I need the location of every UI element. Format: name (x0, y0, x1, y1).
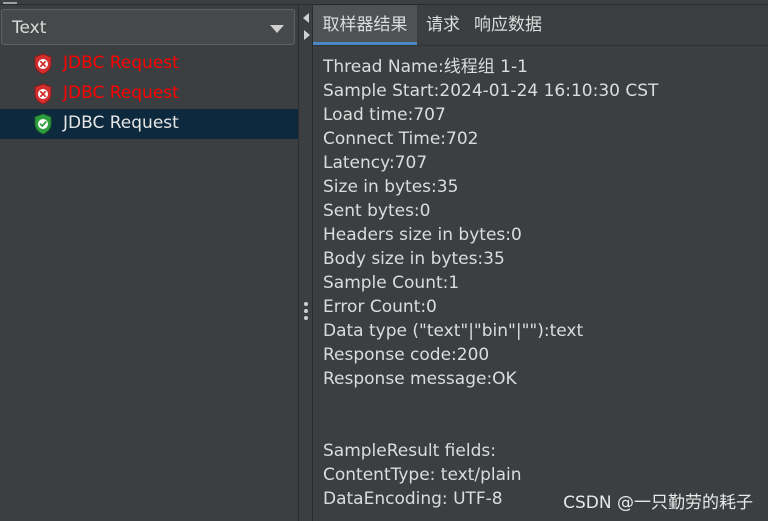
sent-bytes: Sent bytes:0 (323, 201, 431, 221)
thread-name: Thread Name:线程组 1-1 (323, 57, 528, 77)
results-tree: JDBC Request JDBC Request JDBC Request (0, 49, 298, 139)
content-type: ContentType: text/plain (323, 465, 522, 485)
size-in-bytes: Size in bytes:35 (323, 177, 459, 197)
chevron-down-icon[interactable] (270, 25, 284, 33)
menu-edge-icon (3, 0, 17, 4)
tab-response-data[interactable]: 响应数据 (474, 5, 542, 45)
tab-sampler-result[interactable]: 取样器结果 (313, 5, 417, 45)
tree-item-label: JDBC Request (63, 113, 179, 133)
tree-item-jdbc-request-3[interactable]: JDBC Request (0, 109, 298, 139)
sample-start: Sample Start:2024-01-24 16:10:30 CST (323, 81, 659, 101)
tree-item-label: JDBC Request (63, 53, 179, 73)
renderer-select[interactable]: Text (1, 9, 295, 45)
data-type: Data type ("text"|"bin"|""):text (323, 321, 584, 341)
latency: Latency:707 (323, 153, 428, 173)
expand-right-icon[interactable] (304, 30, 310, 40)
connect-time: Connect Time:702 (323, 129, 479, 149)
watermark: CSDN @一只勤劳的耗子 (563, 493, 753, 513)
tab-request[interactable]: 请求 (426, 5, 460, 45)
fields-header: SampleResult fields: (323, 441, 496, 461)
tree-item-jdbc-request-1[interactable]: JDBC Request (0, 49, 298, 79)
error-shield-icon (34, 83, 52, 105)
success-shield-icon (34, 113, 52, 135)
results-tree-panel: Text JDBC Request JDBC Request JDBC Requ… (0, 5, 298, 521)
response-code: Response code:200 (323, 345, 490, 365)
response-message: Response message:OK (323, 369, 517, 389)
sample-result-text: Thread Name:线程组 1-1 Sample Start:2024-01… (323, 55, 658, 511)
headers-size: Headers size in bytes:0 (323, 225, 522, 245)
tree-item-jdbc-request-2[interactable]: JDBC Request (0, 79, 298, 109)
drag-handle-icon[interactable] (304, 302, 308, 322)
renderer-select-value: Text (12, 18, 47, 38)
result-tabs: 取样器结果 请求 响应数据 (313, 5, 768, 46)
sample-count: Sample Count:1 (323, 273, 460, 293)
error-shield-icon (34, 53, 52, 75)
error-count: Error Count:0 (323, 297, 437, 317)
sample-result-panel: 取样器结果 请求 响应数据 Thread Name:线程组 1-1 Sample… (313, 5, 768, 521)
body-size: Body size in bytes:35 (323, 249, 505, 269)
load-time: Load time:707 (323, 105, 446, 125)
split-pane-divider[interactable] (298, 5, 313, 521)
blank-gap (323, 391, 658, 439)
collapse-left-icon[interactable] (303, 13, 309, 23)
tree-item-label: JDBC Request (63, 83, 179, 103)
